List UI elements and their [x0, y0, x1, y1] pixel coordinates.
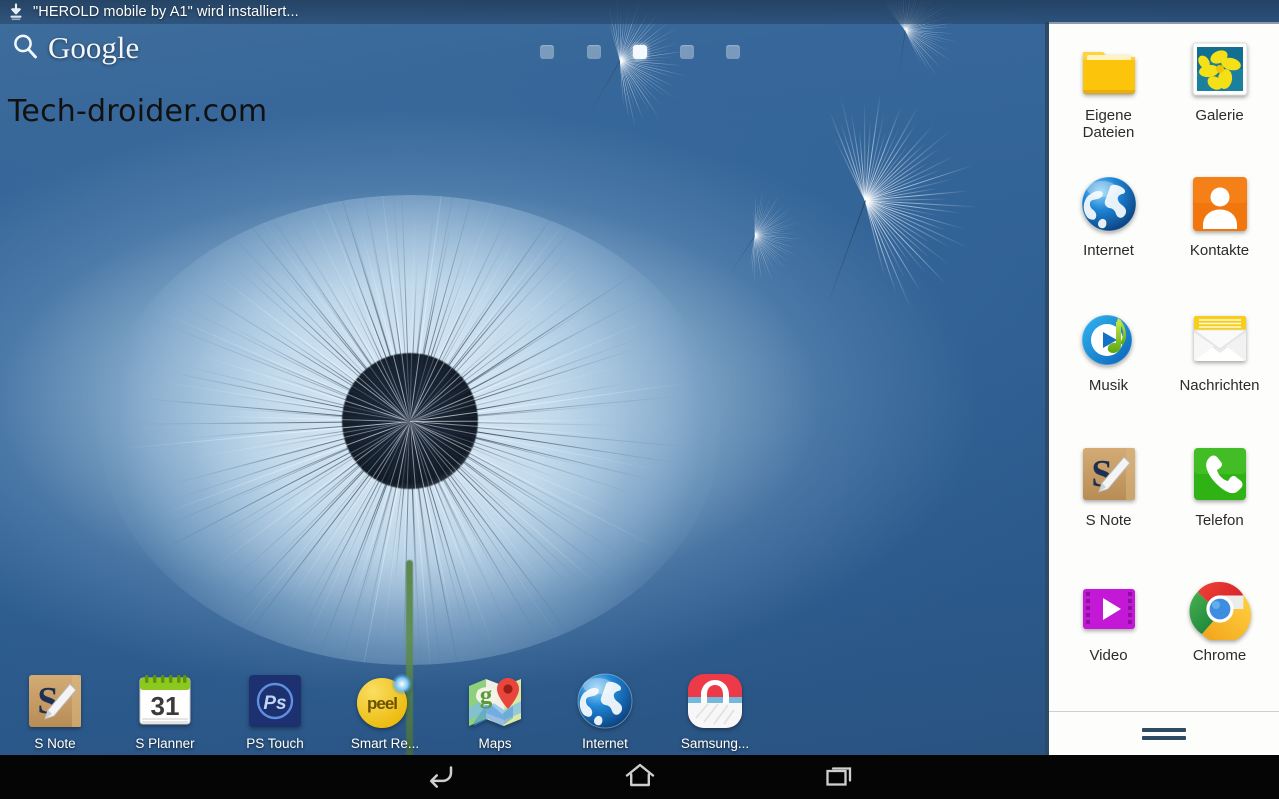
page-dot-3[interactable]: [679, 45, 694, 59]
google-search-widget[interactable]: Google: [8, 30, 139, 64]
drawer-app-internet[interactable]: Internet: [1057, 167, 1161, 302]
chrome-icon: [1189, 578, 1251, 644]
svg-text:Ps: Ps: [263, 693, 286, 714]
dock-app-label: S Note: [34, 736, 76, 751]
dock-app-maps[interactable]: g Maps: [440, 670, 550, 755]
dock-app-label: PS Touch: [246, 736, 304, 751]
drawer-app-eigene-dateien[interactable]: Eigene Dateien: [1057, 32, 1161, 167]
contacts-icon: [1189, 173, 1251, 235]
drawer-app-musik[interactable]: Musik: [1057, 302, 1161, 437]
maps-icon: g: [464, 670, 526, 732]
page-dot-0[interactable]: [540, 45, 554, 59]
status-bar[interactable]: "HEROLD mobile by A1" wird installiert..…: [0, 0, 1279, 24]
search-icon: [8, 30, 42, 64]
drawer-app-video[interactable]: Video: [1057, 572, 1161, 707]
dock-app-smart-re[interactable]: peel Smart Re...: [330, 670, 440, 755]
drawer-app-label: Internet: [1083, 242, 1134, 259]
android-navigation-bar: [0, 755, 1279, 799]
page-dot-4[interactable]: [726, 45, 740, 59]
drawer-app-label: Eigene Dateien: [1082, 107, 1135, 141]
drawer-app-galerie[interactable]: Galerie: [1168, 32, 1272, 167]
home-icon: [623, 760, 657, 795]
dock-app-label: S Planner: [135, 736, 195, 751]
back-button[interactable]: [385, 755, 495, 799]
download-icon: [6, 2, 26, 22]
app-drawer-panel: Eigene Dateien Galerie Internet Kontakte Mus…: [1045, 22, 1279, 755]
home-dock: S S Note 31 S Planner Ps PS Touch peel Smart Re…: [0, 659, 1045, 755]
drawer-app-label: S Note: [1085, 512, 1132, 529]
ps-touch-icon: Ps: [244, 670, 306, 732]
s-planner-icon: 31: [134, 670, 196, 732]
drawer-app-label: Galerie: [1195, 107, 1244, 124]
android-home-screen: "HEROLD mobile by A1" wird installiert..…: [0, 0, 1279, 799]
svg-text:31: 31: [151, 691, 180, 721]
drawer-app-s-note[interactable]: S S Note: [1057, 437, 1161, 572]
s-note-icon: S: [24, 670, 86, 732]
s-note-icon: S: [1078, 443, 1140, 505]
dock-app-label: Internet: [582, 736, 628, 751]
page-dot-2[interactable]: [633, 45, 647, 59]
recent-apps-icon: [823, 760, 857, 795]
drawer-app-label: Video: [1089, 647, 1128, 664]
svg-text:peel: peel: [367, 694, 397, 713]
drawer-app-label: Nachrichten: [1179, 377, 1260, 394]
internet-globe-icon: [1078, 173, 1140, 235]
phone-icon: [1189, 443, 1251, 505]
drawer-app-label: Musik: [1088, 377, 1129, 394]
dock-app-samsung[interactable]: Samsung...: [660, 670, 770, 755]
music-icon: [1078, 308, 1140, 370]
video-icon: [1078, 578, 1140, 640]
google-logo-text: Google: [48, 29, 140, 65]
internet-globe-icon: [574, 670, 636, 732]
drawer-app-telefon[interactable]: Telefon: [1168, 437, 1272, 572]
dock-app-s-note[interactable]: S S Note: [0, 670, 110, 755]
drawer-app-chrome[interactable]: Chrome: [1168, 572, 1272, 707]
samsung-apps-icon: [684, 670, 746, 732]
page-dot-1[interactable]: [586, 45, 601, 59]
drawer-app-label: Chrome: [1192, 647, 1247, 664]
gallery-icon: [1189, 38, 1251, 100]
dock-app-label: Smart Re...: [350, 736, 420, 751]
smart-remote-icon: peel: [354, 670, 416, 732]
back-arrow-icon: [423, 760, 457, 795]
recent-apps-button[interactable]: [785, 755, 895, 799]
dock-app-label: Maps: [478, 736, 512, 751]
status-message: "HEROLD mobile by A1" wird installiert..…: [33, 4, 299, 20]
dock-app-internet[interactable]: Internet: [550, 670, 660, 755]
drawer-app-kontakte[interactable]: Kontakte: [1168, 167, 1272, 302]
drawer-app-nachrichten[interactable]: Nachrichten: [1168, 302, 1272, 437]
dock-app-label: Samsung...: [680, 736, 750, 751]
dock-app-s-planner[interactable]: 31 S Planner: [110, 670, 220, 755]
app-drawer-footer[interactable]: [1049, 711, 1279, 755]
folder-icon: [1078, 38, 1140, 100]
home-button[interactable]: [585, 755, 695, 799]
page-indicator[interactable]: [540, 44, 740, 60]
dock-app-ps-touch[interactable]: Ps PS Touch: [220, 670, 330, 755]
app-drawer-grid: Eigene Dateien Galerie Internet Kontakte Mus…: [1049, 22, 1279, 711]
svg-text:g: g: [480, 682, 493, 709]
messages-envelope-icon: [1189, 308, 1251, 370]
drawer-app-label: Telefon: [1195, 512, 1244, 529]
watermark-text: Tech-droider.com: [8, 94, 268, 129]
drawer-app-label: Kontakte: [1189, 242, 1250, 259]
drag-handle-icon[interactable]: [1142, 727, 1186, 741]
